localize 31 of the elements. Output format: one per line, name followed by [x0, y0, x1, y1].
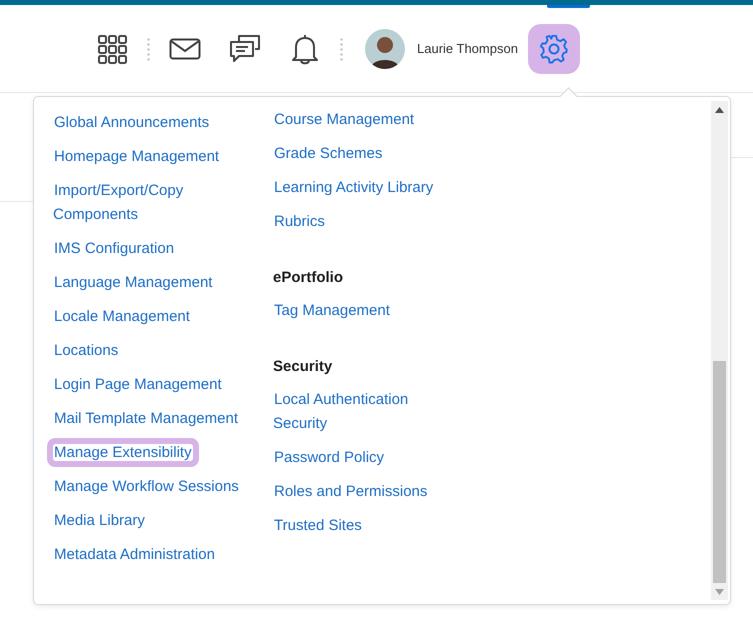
section-heading: Security: [273, 357, 334, 377]
menu-link[interactable]: Manage Workflow Sessions: [53, 470, 253, 504]
section-heading: ePortfolio: [273, 268, 344, 288]
menu-link[interactable]: Mail Template Management: [53, 402, 253, 436]
menu-link[interactable]: Locations: [53, 334, 253, 368]
scrollbar[interactable]: [711, 101, 728, 600]
user-name[interactable]: Laurie Thompson: [417, 41, 518, 56]
menu-link[interactable]: Metadata Administration: [53, 538, 253, 572]
menu-link[interactable]: Grade Schemes: [273, 137, 448, 171]
menu-link[interactable]: Learning Activity Library: [273, 171, 448, 205]
menu-link[interactable]: Global Announcements: [53, 106, 253, 140]
menu-link[interactable]: Language Management: [53, 266, 253, 300]
settings-button[interactable]: [528, 24, 580, 74]
menu-link[interactable]: Roles and Permissions: [273, 475, 448, 509]
menu-link[interactable]: Manage Extensibility: [53, 436, 253, 470]
menu-link[interactable]: Local Authentication Security: [273, 383, 448, 441]
menu-link[interactable]: Import/Export/Copy Components: [53, 174, 253, 232]
menu-link[interactable]: Locale Management: [53, 300, 253, 334]
scroll-up-icon[interactable]: [715, 107, 724, 113]
menu-link[interactable]: Media Library: [53, 504, 253, 538]
menu-link[interactable]: Password Policy: [273, 441, 448, 475]
user-avatar[interactable]: [365, 28, 405, 68]
gear-icon: [538, 34, 569, 64]
menu-link[interactable]: IMS Configuration: [53, 232, 253, 266]
menu-link[interactable]: Rubrics: [273, 205, 448, 239]
menu-link[interactable]: Homepage Management: [53, 140, 253, 174]
menu-link[interactable]: Login Page Management: [53, 368, 253, 402]
active-tab-indicator: [547, 5, 590, 8]
menu-link[interactable]: Trusted Sites: [273, 509, 448, 543]
menu-link[interactable]: Course Management: [273, 103, 448, 137]
menu-link[interactable]: Tag Management: [273, 294, 448, 328]
